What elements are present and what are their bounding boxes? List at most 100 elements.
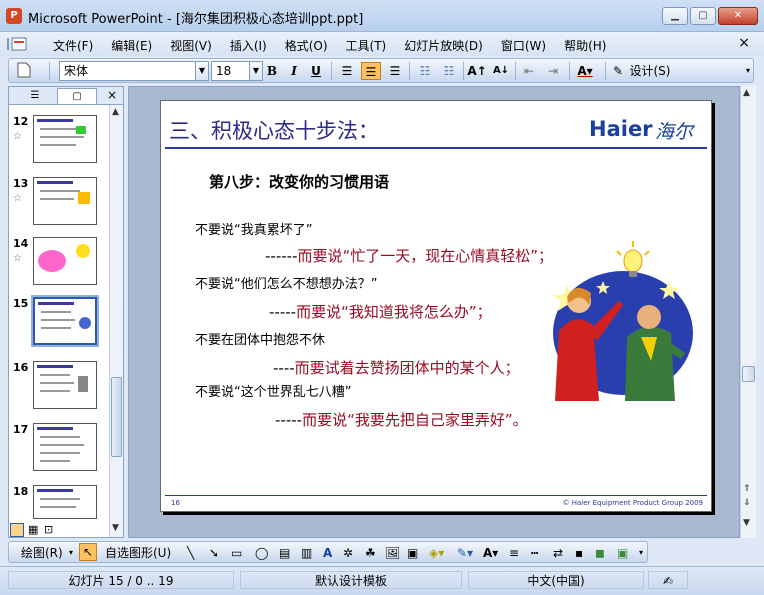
menu-insert[interactable]: 插入(I) <box>221 37 276 54</box>
menu-window[interactable]: 窗口(W) <box>492 37 555 54</box>
title-bar: P Microsoft PowerPoint - [海尔集团积极心态培训ppt.… <box>0 0 764 32</box>
slides-tab[interactable]: ▢ <box>57 88 97 104</box>
slide-sorter-icon[interactable]: ▦ <box>28 523 38 536</box>
align-left-icon[interactable]: ☰ <box>337 62 357 80</box>
italic-button[interactable]: I <box>285 62 303 80</box>
draw-menu-button[interactable]: 绘图(R) <box>21 545 63 561</box>
bullets-icon[interactable]: ☷ <box>439 62 459 80</box>
design-button[interactable]: 设计(S) <box>627 62 673 80</box>
picture-from-file-icon[interactable]: ▣ <box>407 545 418 561</box>
slide-thumbnail-12[interactable]: 12 ☆ <box>9 115 109 169</box>
scroll-up-icon[interactable]: ▲ <box>743 88 750 98</box>
line-color-icon[interactable]: ✎▾ <box>457 545 473 561</box>
numbering-icon[interactable]: ☷ <box>415 62 435 80</box>
toolbar-options-icon[interactable]: ▾ <box>743 62 753 80</box>
slide-number: 16 <box>13 361 29 374</box>
panel-scroll-thumb[interactable] <box>111 377 122 457</box>
slide-title[interactable]: 三、积极心态十步法： <box>169 115 379 145</box>
arrow-tool-icon[interactable]: ➘ <box>209 545 219 561</box>
close-button[interactable]: ✕ <box>718 7 758 25</box>
3d-cube-icon[interactable]: ▣ <box>617 545 628 561</box>
clipart-icon[interactable]: ☘ <box>365 545 376 561</box>
toolbar-separator <box>463 62 464 80</box>
panel-scrollbar[interactable]: ▲ ▼ <box>109 105 123 537</box>
fill-color-icon[interactable]: ◈▾ <box>429 545 444 561</box>
oval-tool-icon[interactable]: ◯ <box>255 545 268 561</box>
slide-thumbnail-16[interactable]: 16 <box>9 361 109 415</box>
instead-say-line-4[interactable]: -----而要说“我要先把自己家里弄好”。 <box>275 409 528 430</box>
dont-say-line-2[interactable]: 不要说“他们怎么不想想办法？” <box>195 273 377 292</box>
dont-say-line-4[interactable]: 不要说“这个世界乱七八糟” <box>195 381 351 400</box>
rectangle-tool-icon[interactable]: ▭ <box>231 545 242 561</box>
step-heading[interactable]: 第八步：改变你的习惯用语 <box>209 171 389 192</box>
slide-number: 18 <box>13 485 29 498</box>
main-scroll-thumb[interactable] <box>742 366 755 382</box>
shadow-style-icon[interactable]: ▪ <box>575 545 583 561</box>
maximize-button[interactable]: ▢ <box>690 7 716 25</box>
scroll-down-icon[interactable]: ▼ <box>112 523 119 533</box>
select-objects-icon[interactable]: ↖ <box>79 543 97 561</box>
dont-say-line-1[interactable]: 不要说“我真累坏了” <box>195 219 312 238</box>
line-style-icon[interactable]: ≡ <box>509 545 519 561</box>
draw-toolbar-options-icon[interactable]: ▾ <box>639 545 643 561</box>
align-center-icon[interactable]: ☰ <box>361 62 381 80</box>
slide-thumbnail-15[interactable]: 15 <box>9 295 109 351</box>
next-slide-icon[interactable]: ⇓ <box>743 498 751 508</box>
line-tool-icon[interactable]: ╲ <box>187 545 194 561</box>
toolbar-separator <box>569 62 570 80</box>
outline-tab[interactable]: ☰ <box>15 88 55 104</box>
menu-slideshow[interactable]: 幻灯片放映(D) <box>395 37 492 54</box>
increase-indent-icon[interactable]: ⇥ <box>543 62 563 80</box>
draw-menu-dropdown-icon[interactable]: ▾ <box>69 545 73 561</box>
menu-help[interactable]: 帮助(H) <box>555 37 615 54</box>
menu-format[interactable]: 格式(O) <box>276 37 337 54</box>
clipart-idea-people[interactable] <box>545 241 693 401</box>
diagram-icon[interactable]: ✲ <box>343 545 353 561</box>
normal-view-icon[interactable] <box>10 523 24 537</box>
menu-file[interactable]: 文件(F) <box>44 37 102 54</box>
dont-say-line-3[interactable]: 不要在团体中抱怨不休 <box>195 329 325 348</box>
arrow-style-icon[interactable]: ⇄ <box>553 545 563 561</box>
slide-thumbnail-14[interactable]: 14 ☆ <box>9 237 109 291</box>
bold-button[interactable]: B <box>263 62 281 80</box>
menu-view[interactable]: 视图(V) <box>161 37 221 54</box>
spell-check-icon[interactable]: ✍ <box>648 571 688 589</box>
font-color-icon[interactable]: A▾ <box>573 62 597 80</box>
previous-slide-icon[interactable]: ⇑ <box>743 484 751 494</box>
autoshapes-button[interactable]: 自选图形(U) <box>105 545 171 561</box>
instead-say-line-2[interactable]: -----而要说“我知道我将怎么办”； <box>269 301 492 322</box>
slide-thumbnail-13[interactable]: 13 ☆ <box>9 177 109 231</box>
new-document-icon[interactable] <box>15 62 33 80</box>
slideshow-icon[interactable]: ⊡ <box>44 523 53 536</box>
slide-canvas[interactable]: 三、积极心态十步法： Haier 海尔 第八步：改变你的习惯用语 不要说“我真累… <box>160 100 712 512</box>
instead-say-line-1[interactable]: ------而要说“忙了一天，现在心情真轻松”； <box>265 245 553 266</box>
underline-button[interactable]: U <box>307 62 325 80</box>
menu-bar: 文件(F) 编辑(E) 视图(V) 插入(I) 格式(O) 工具(T) 幻灯片放… <box>0 32 764 56</box>
panel-close-button[interactable]: × <box>107 88 117 102</box>
scroll-down-icon[interactable]: ▼ <box>743 518 750 528</box>
draw-font-color-icon[interactable]: A▾ <box>483 545 498 561</box>
font-name-dropdown-icon[interactable]: ▼ <box>195 61 209 81</box>
font-size-field[interactable]: 18 <box>211 61 251 81</box>
slide-thumbnail-17[interactable]: 17 <box>9 423 109 477</box>
scroll-up-icon[interactable]: ▲ <box>112 107 119 117</box>
document-close-button[interactable]: × <box>738 35 750 51</box>
dash-style-icon[interactable]: ┅ <box>531 545 538 561</box>
menu-edit[interactable]: 编辑(E) <box>102 37 161 54</box>
decrease-indent-icon[interactable]: ⇤ <box>519 62 539 80</box>
decrease-font-icon[interactable]: A↓ <box>491 62 511 80</box>
increase-font-icon[interactable]: A↑ <box>467 62 487 80</box>
textbox-tool-icon[interactable]: ▤ <box>279 545 290 561</box>
wordart-icon[interactable]: A <box>323 545 332 561</box>
design-icon[interactable]: ✎ <box>611 62 625 80</box>
3d-style-icon[interactable]: ◼ <box>595 545 605 561</box>
vertical-textbox-icon[interactable]: ▥ <box>301 545 312 561</box>
main-scrollbar[interactable]: ▲ ⇑ ⇓ ▼ <box>740 86 756 538</box>
menu-tools[interactable]: 工具(T) <box>337 37 396 54</box>
font-size-dropdown-icon[interactable]: ▼ <box>249 61 263 81</box>
font-name-field[interactable]: 宋体 <box>59 61 197 81</box>
insert-picture-icon[interactable]: 🖼 <box>385 545 400 561</box>
instead-say-line-3[interactable]: ----而要试着去赞扬团体中的某个人； <box>273 357 520 378</box>
align-right-icon[interactable]: ☰ <box>385 62 405 80</box>
minimize-button[interactable]: ▁ <box>662 7 688 25</box>
